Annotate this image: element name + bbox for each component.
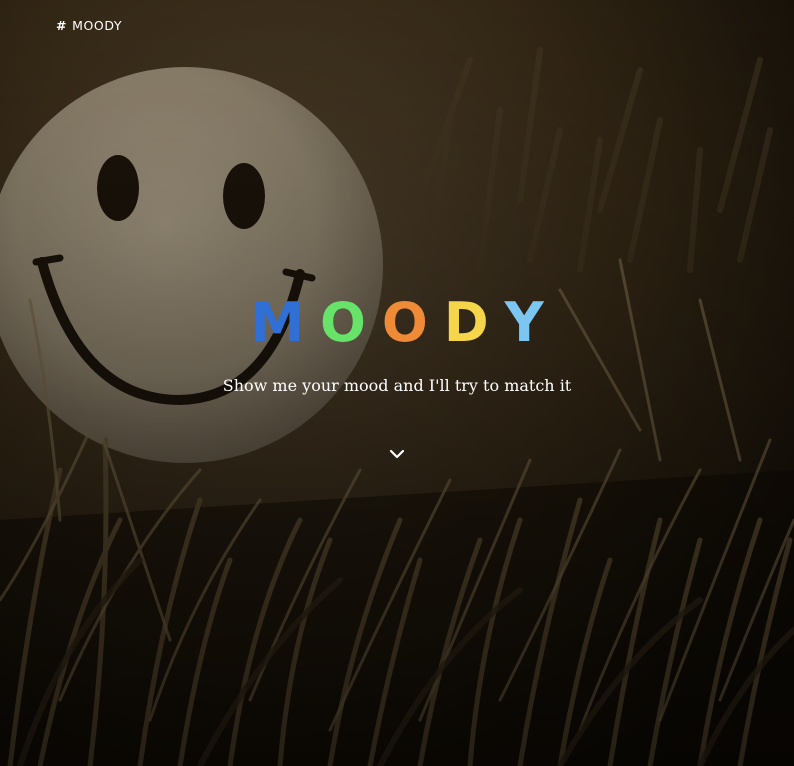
hero-title-letter: O	[320, 291, 382, 354]
chevron-down-icon[interactable]	[388, 446, 406, 462]
hash-icon: #	[56, 18, 68, 33]
hero-title-letter: D	[443, 291, 505, 354]
hero-subtitle: Show me your mood and I'll try to match …	[222, 376, 572, 395]
page: # MOODY MOODY Show me your mood and I'll …	[0, 0, 794, 766]
hero-title: MOODY	[0, 290, 794, 356]
hero-title-letter: M	[250, 291, 320, 354]
hero-title-letter: Y	[504, 291, 560, 354]
brand-link[interactable]: # MOODY	[56, 18, 122, 33]
brand-label: MOODY	[72, 18, 123, 33]
hero-title-letter: O	[381, 291, 444, 354]
hero: MOODY Show me your mood and I'll try to …	[0, 290, 794, 395]
